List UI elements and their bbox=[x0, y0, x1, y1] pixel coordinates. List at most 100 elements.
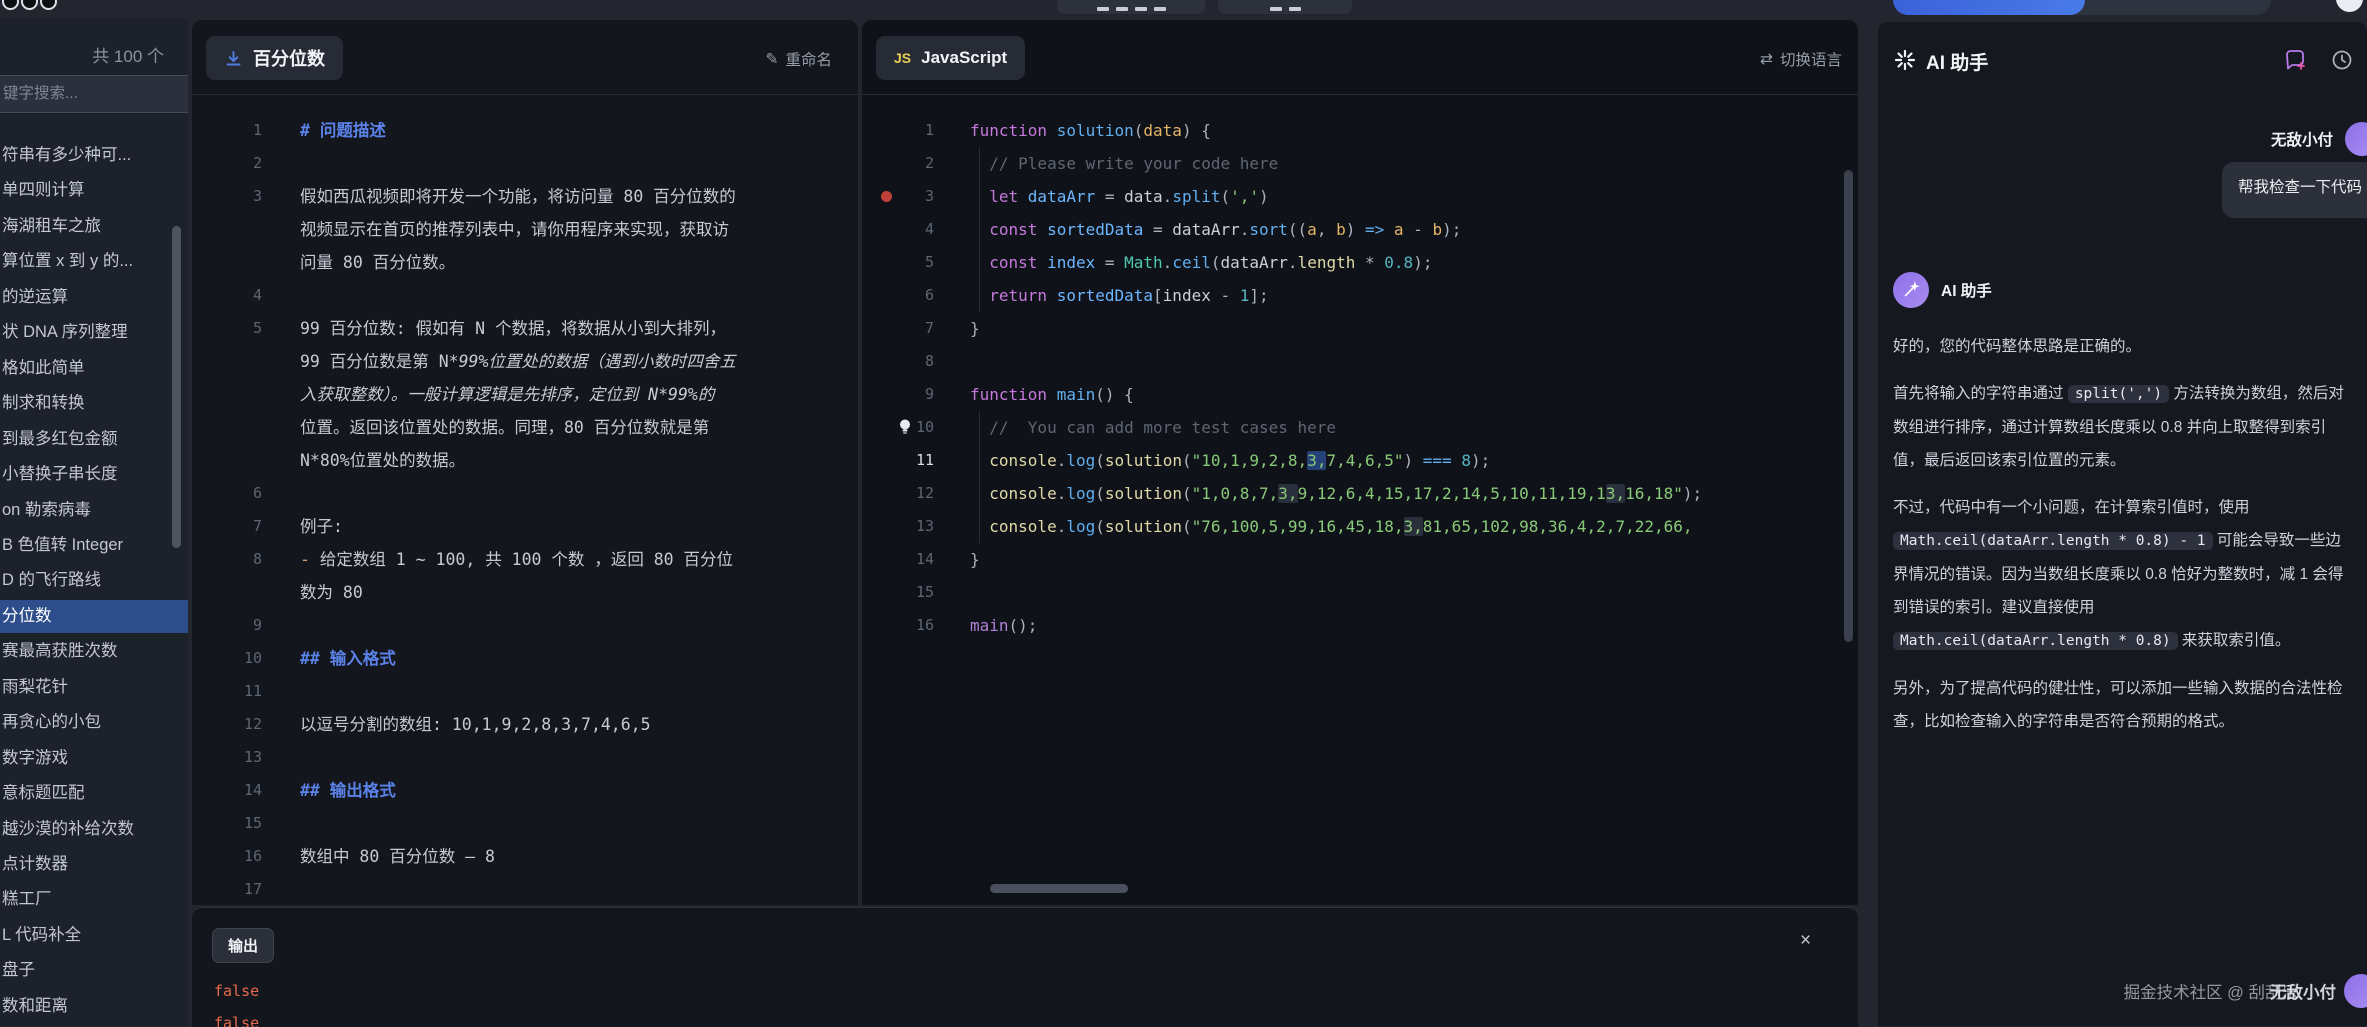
sidebar-item[interactable]: 盘子 bbox=[0, 954, 188, 987]
problem-markdown[interactable]: 1# 问题描述23假如西瓜视频即将开发一个功能，将访问量 80 百分位数的视频显… bbox=[192, 114, 858, 905]
sidebar-item[interactable]: 再贪心的小包 bbox=[0, 706, 188, 739]
code-text: console.log(solution("1,0,8,7,3,9,12,6,4… bbox=[970, 477, 1702, 510]
history-clock-icon[interactable] bbox=[2330, 48, 2354, 72]
code-line[interactable]: 1function solution(data) { bbox=[862, 114, 1858, 147]
line-number: 13 bbox=[192, 741, 262, 774]
code-line[interactable]: 9function main() { bbox=[862, 378, 1858, 411]
markdown-text: - 给定数组 1 ~ 100, 共 100 个数 ，返回 80 百分位 bbox=[300, 543, 733, 576]
breakpoint-icon[interactable] bbox=[881, 191, 892, 202]
problem-title-pill[interactable]: 百分位数 bbox=[206, 36, 343, 80]
code-line-number[interactable]: 2 bbox=[862, 147, 934, 180]
code-line-number[interactable]: 11 bbox=[862, 444, 934, 477]
sidebar-item[interactable]: 数字游戏 bbox=[0, 742, 188, 775]
code-line[interactable]: 15 bbox=[862, 576, 1858, 609]
sidebar-item[interactable]: 格如此简单 bbox=[0, 352, 188, 385]
code-line[interactable]: 7} bbox=[862, 312, 1858, 345]
sidebar-item[interactable]: 的逆运算 bbox=[0, 281, 188, 314]
search-input[interactable] bbox=[0, 75, 188, 113]
sidebar-item[interactable]: 海湖租车之旅 bbox=[0, 210, 188, 243]
sidebar-item[interactable]: B 色值转 Integer bbox=[0, 529, 188, 562]
sidebar-item[interactable]: 数和距离 bbox=[0, 990, 188, 1023]
editor-horizontal-scrollbar[interactable] bbox=[990, 884, 1128, 893]
code-line[interactable]: 11 console.log(solution("10,1,9,2,8,3,7,… bbox=[862, 444, 1858, 477]
window-dot-1[interactable] bbox=[2, 0, 19, 10]
sidebar-item[interactable]: 意标题匹配 bbox=[0, 777, 188, 810]
code-line[interactable]: 3 let dataArr = data.split(',') bbox=[862, 180, 1858, 213]
code-line-number[interactable]: 12 bbox=[862, 477, 934, 510]
language-pill[interactable]: JS JavaScript bbox=[876, 36, 1025, 80]
sidebar-item[interactable]: L 代码补全 bbox=[0, 919, 188, 952]
code-line-number[interactable]: 8 bbox=[862, 345, 934, 378]
sidebar-scrollbar[interactable] bbox=[172, 226, 181, 548]
output-title[interactable]: 输出 bbox=[212, 928, 274, 963]
code-line-number[interactable]: 7 bbox=[862, 312, 934, 345]
new-chat-icon[interactable] bbox=[2283, 48, 2307, 72]
code-line-number[interactable]: 14 bbox=[862, 543, 934, 576]
lightbulb-icon[interactable] bbox=[898, 418, 912, 436]
line-number: 4 bbox=[192, 279, 262, 312]
window-dot-2[interactable] bbox=[21, 0, 38, 10]
sidebar-item[interactable]: 状 DNA 序列整理 bbox=[0, 316, 188, 349]
top-run-button[interactable] bbox=[1057, 0, 1205, 14]
code-text: let dataArr = data.split(',') bbox=[970, 180, 1269, 213]
line-number: 7 bbox=[192, 510, 262, 543]
code-line-number[interactable]: 16 bbox=[862, 609, 934, 642]
code-line[interactable]: 8 bbox=[862, 345, 1858, 378]
code-editor-panel: JS JavaScript ⇄ 切换语言 1function solution(… bbox=[862, 20, 1858, 905]
code-line-number[interactable]: 5 bbox=[862, 246, 934, 279]
close-icon[interactable]: × bbox=[1800, 930, 1811, 952]
user-avatar[interactable] bbox=[2345, 122, 2367, 156]
line-number: 1 bbox=[192, 114, 262, 147]
ai-avatar bbox=[1893, 272, 1929, 308]
sidebar-item[interactable]: 符串有多少种可... bbox=[0, 139, 188, 172]
top-promo-banner[interactable] bbox=[1893, 0, 2271, 15]
sidebar-item[interactable]: 糕工厂 bbox=[0, 883, 188, 916]
markdown-row: N*80%位置处的数据。 bbox=[192, 444, 858, 477]
code-line[interactable]: 14} bbox=[862, 543, 1858, 576]
markdown-row: 11 bbox=[192, 675, 858, 708]
sidebar-item[interactable]: 分位数 bbox=[0, 600, 188, 633]
editor-vertical-scrollbar[interactable] bbox=[1844, 170, 1853, 642]
output-value: false bbox=[214, 1014, 259, 1027]
markdown-row: 16数组中 80 百分位数 — 8 bbox=[192, 840, 858, 873]
sidebar-item[interactable]: 赛最高获胜次数 bbox=[0, 635, 188, 668]
top-submit-button[interactable] bbox=[1218, 0, 1352, 14]
window-dot-3[interactable] bbox=[40, 0, 57, 10]
sidebar-item[interactable]: on 勒索病毒 bbox=[0, 494, 188, 527]
code-line[interactable]: 2 // Please write your code here bbox=[862, 147, 1858, 180]
code-line-number[interactable]: 15 bbox=[862, 576, 934, 609]
sidebar-item[interactable]: 小替换子串长度 bbox=[0, 458, 188, 491]
sidebar-item[interactable]: 越沙漠的补给次数 bbox=[0, 813, 188, 846]
code-line-number[interactable]: 13 bbox=[862, 510, 934, 543]
sidebar-item[interactable]: 算位置 x 到 y 的... bbox=[0, 245, 188, 278]
code-line[interactable]: 12 console.log(solution("1,0,8,7,3,9,12,… bbox=[862, 477, 1858, 510]
markdown-text: ## 输入格式 bbox=[300, 642, 396, 675]
ai-assistant-panel: AI 助手 无敌小付 帮我检查一下代码 AI 助手 好的，您的代码整体思路是正确… bbox=[1878, 22, 2367, 1026]
sidebar-item[interactable]: 点计数器 bbox=[0, 848, 188, 881]
code-line[interactable]: 4 const sortedData = dataArr.sort((a, b)… bbox=[862, 213, 1858, 246]
download-icon bbox=[224, 49, 243, 68]
code-line-number[interactable]: 6 bbox=[862, 279, 934, 312]
sidebar-item[interactable]: 制求和转换 bbox=[0, 387, 188, 420]
code-line-number[interactable]: 9 bbox=[862, 378, 934, 411]
code-line[interactable]: 10 // You can add more test cases here bbox=[862, 411, 1858, 444]
code-line[interactable]: 16main(); bbox=[862, 609, 1858, 642]
markdown-row: 4 bbox=[192, 279, 858, 312]
code-line[interactable]: 6 return sortedData[index - 1]; bbox=[862, 279, 1858, 312]
code-line-number[interactable]: 1 bbox=[862, 114, 934, 147]
top-avatar[interactable] bbox=[2336, 0, 2363, 12]
code-area[interactable]: 1function solution(data) {2 // Please wr… bbox=[862, 114, 1858, 642]
code-text: // Please write your code here bbox=[970, 147, 1278, 180]
sidebar-item[interactable]: 到最多红包金额 bbox=[0, 423, 188, 456]
line-number: 15 bbox=[192, 807, 262, 840]
sidebar-item[interactable]: D 的飞行路线 bbox=[0, 564, 188, 597]
sidebar-item[interactable]: 雨梨花针 bbox=[0, 671, 188, 704]
switch-language-button[interactable]: ⇄ 切换语言 bbox=[1760, 48, 1842, 70]
code-line-number[interactable]: 3 bbox=[862, 180, 934, 213]
sidebar-item[interactable]: 单四则计算 bbox=[0, 174, 188, 207]
code-line-number[interactable]: 4 bbox=[862, 213, 934, 246]
code-line[interactable]: 13 console.log(solution("76,100,5,99,16,… bbox=[862, 510, 1858, 543]
markdown-row: 2 bbox=[192, 147, 858, 180]
rename-button[interactable]: ✎ 重命名 bbox=[765, 48, 832, 70]
code-line[interactable]: 5 const index = Math.ceil(dataArr.length… bbox=[862, 246, 1858, 279]
